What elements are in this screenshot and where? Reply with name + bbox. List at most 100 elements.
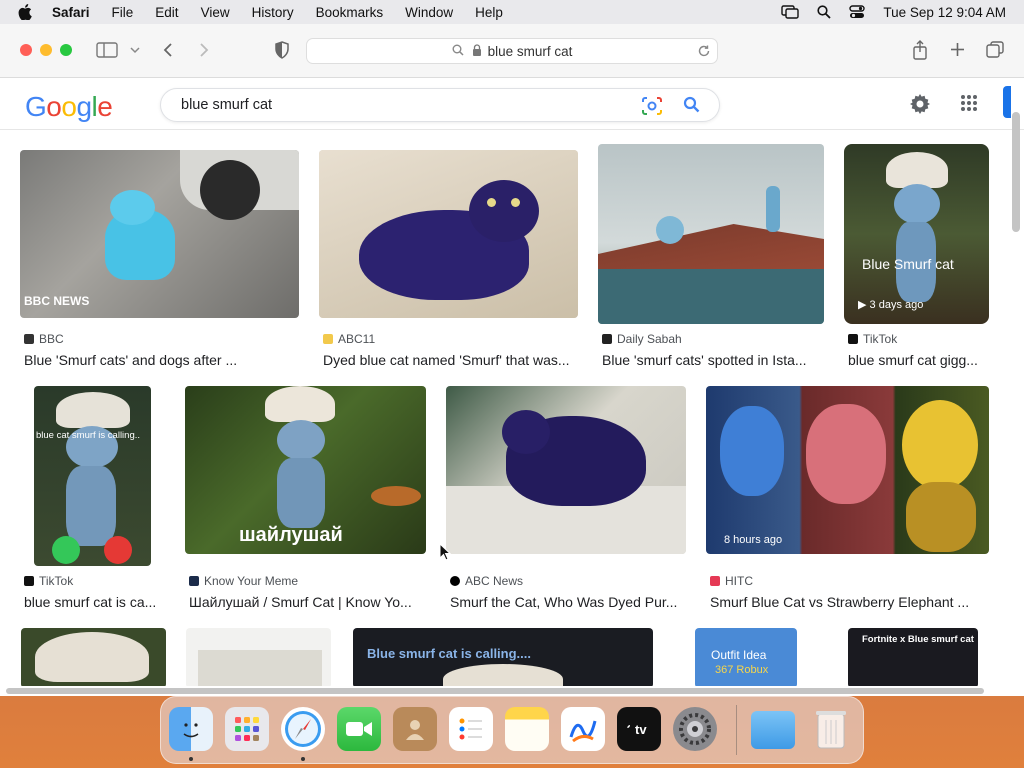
new-tab-icon[interactable]	[950, 42, 965, 57]
menu-bookmarks[interactable]: Bookmarks	[316, 5, 384, 20]
result-source-7[interactable]: ABC News	[450, 574, 523, 588]
contacts-icon[interactable]	[393, 707, 437, 751]
reminders-icon[interactable]	[449, 707, 493, 751]
result-image-4[interactable]: Blue Smurf cat ▶ 3 days ago	[844, 144, 989, 324]
dock-separator	[736, 705, 737, 755]
privacy-shield-icon[interactable]	[274, 41, 290, 59]
result-source-8[interactable]: HITC	[710, 574, 753, 588]
horizontal-scrollbar[interactable]	[6, 688, 984, 694]
lock-icon	[472, 43, 482, 59]
result-image-9[interactable]	[21, 628, 166, 686]
result-title-2[interactable]: Dyed blue cat named 'Smurf' that was...	[323, 352, 575, 368]
result-image-1[interactable]: BBC NEWS	[20, 150, 299, 318]
control-center-icon[interactable]	[849, 5, 866, 19]
spotlight-search-icon[interactable]	[817, 5, 832, 19]
google-search-box[interactable]: blue smurf cat	[160, 88, 720, 122]
result-image-10[interactable]	[186, 628, 331, 686]
result-title-7[interactable]: Smurf the Cat, Who Was Dyed Pur...	[450, 594, 682, 610]
freeform-icon[interactable]	[561, 707, 605, 751]
result-title-3[interactable]: Blue 'smurf cats' spotted in Ista...	[602, 352, 817, 368]
address-bar[interactable]: blue smurf cat	[306, 38, 718, 64]
system-settings-icon[interactable]	[673, 707, 717, 751]
result-source-4[interactable]: TikTok	[848, 332, 897, 346]
image-results-grid: BBC NEWS BBC Blue 'Smurf cats' and dogs …	[0, 130, 1010, 686]
safari-running-indicator	[301, 757, 305, 761]
search-button-icon[interactable]	[683, 96, 701, 119]
svg-text:tv: tv	[635, 722, 647, 737]
result-title-8[interactable]: Smurf Blue Cat vs Strawberry Elephant ..…	[710, 594, 985, 610]
result-title-5[interactable]: blue smurf cat is ca...	[24, 594, 162, 610]
menu-help[interactable]: Help	[475, 5, 503, 20]
outfit-idea-text: Outfit Idea	[711, 648, 767, 662]
search-icon	[452, 44, 464, 59]
search-query-text[interactable]: blue smurf cat	[181, 97, 272, 113]
result-image-13[interactable]: Fortnite x Blue smurf cat	[848, 628, 978, 686]
settings-gear-icon[interactable]	[908, 92, 932, 121]
hitc-favicon-icon	[710, 576, 720, 586]
menu-file[interactable]: File	[112, 5, 134, 20]
fortnite-overlay-text: Fortnite x Blue smurf cat	[862, 634, 974, 645]
close-window-button[interactable]	[20, 44, 32, 56]
result-source-5[interactable]: TikTok	[24, 574, 73, 588]
screen-mirroring-icon[interactable]	[781, 5, 800, 19]
apple-tv-icon[interactable]: tv	[617, 707, 661, 751]
safari-window: blue smurf cat Google blue smurf cat BBC…	[0, 24, 1024, 696]
tiktok-favicon-icon	[24, 576, 34, 586]
result-title-4[interactable]: blue smurf cat gigg...	[848, 352, 986, 368]
google-lens-icon[interactable]	[641, 96, 663, 121]
result-image-11[interactable]: Blue smurf cat is calling....	[353, 628, 653, 686]
zoom-window-button[interactable]	[60, 44, 72, 56]
result-image-2[interactable]	[319, 150, 578, 318]
bbc-favicon-icon	[24, 334, 34, 344]
abc-news-favicon-icon	[450, 576, 460, 586]
result-source-6[interactable]: Know Your Meme	[189, 574, 298, 588]
facetime-icon[interactable]	[337, 707, 381, 751]
trash-icon[interactable]	[809, 707, 853, 751]
result-image-7[interactable]	[446, 386, 686, 554]
launchpad-icon[interactable]	[225, 707, 269, 751]
menu-safari[interactable]: Safari	[52, 5, 90, 20]
result-image-3[interactable]	[598, 144, 824, 324]
tab-overview-icon[interactable]	[986, 41, 1004, 59]
abc11-favicon-icon	[323, 334, 333, 344]
result-image-6[interactable]: шайлушай	[185, 386, 426, 554]
sign-in-button[interactable]	[1003, 86, 1011, 118]
notes-icon[interactable]	[505, 707, 549, 751]
back-button-icon[interactable]	[162, 42, 174, 58]
downloads-folder-icon[interactable]	[751, 711, 795, 749]
result-image-5[interactable]: blue cat smurf is calling..	[34, 386, 151, 566]
result-title-1[interactable]: Blue 'Smurf cats' and dogs after ...	[24, 352, 294, 368]
safari-icon[interactable]	[281, 707, 325, 751]
finder-icon[interactable]	[169, 707, 213, 751]
decline-call-icon	[104, 536, 132, 564]
result-source-3[interactable]: Daily Sabah	[602, 332, 682, 346]
result-title-6[interactable]: Шайлушай / Smurf Cat | Know Yo...	[189, 594, 421, 610]
sidebar-toggle-icon[interactable]	[96, 42, 118, 58]
google-apps-grid-icon[interactable]	[960, 94, 978, 117]
result-image-8[interactable]: 8 hours ago	[706, 386, 989, 554]
calling-banner-text: Blue smurf cat is calling....	[367, 646, 531, 661]
result-image-12[interactable]: Outfit Idea 367 Robux	[695, 628, 797, 686]
finder-running-indicator	[189, 757, 193, 761]
daily-sabah-favicon-icon	[602, 334, 612, 344]
tiktok-favicon-icon	[848, 334, 858, 344]
mouse-cursor-icon	[439, 542, 452, 566]
menubar-clock[interactable]: Tue Sep 12 9:04 AM	[883, 5, 1006, 20]
menu-view[interactable]: View	[201, 5, 230, 20]
tiktok-overlay-text: Blue Smurf cat	[862, 256, 954, 272]
reload-icon[interactable]	[697, 44, 711, 61]
share-icon[interactable]	[912, 40, 928, 60]
menu-window[interactable]: Window	[405, 5, 453, 20]
google-logo[interactable]: Google	[25, 91, 113, 123]
image-age-badge: 8 hours ago	[724, 534, 783, 546]
vertical-scrollbar[interactable]	[1012, 112, 1020, 232]
minimize-window-button[interactable]	[40, 44, 52, 56]
menu-edit[interactable]: Edit	[155, 5, 178, 20]
apple-menu-icon[interactable]	[18, 4, 38, 20]
menu-history[interactable]: History	[252, 5, 294, 20]
result-source-1[interactable]: BBC	[24, 332, 64, 346]
browser-toolbar: blue smurf cat	[0, 24, 1024, 78]
forward-button-icon[interactable]	[198, 42, 210, 58]
result-source-2[interactable]: ABC11	[323, 332, 375, 346]
chevron-down-icon[interactable]	[130, 46, 140, 54]
